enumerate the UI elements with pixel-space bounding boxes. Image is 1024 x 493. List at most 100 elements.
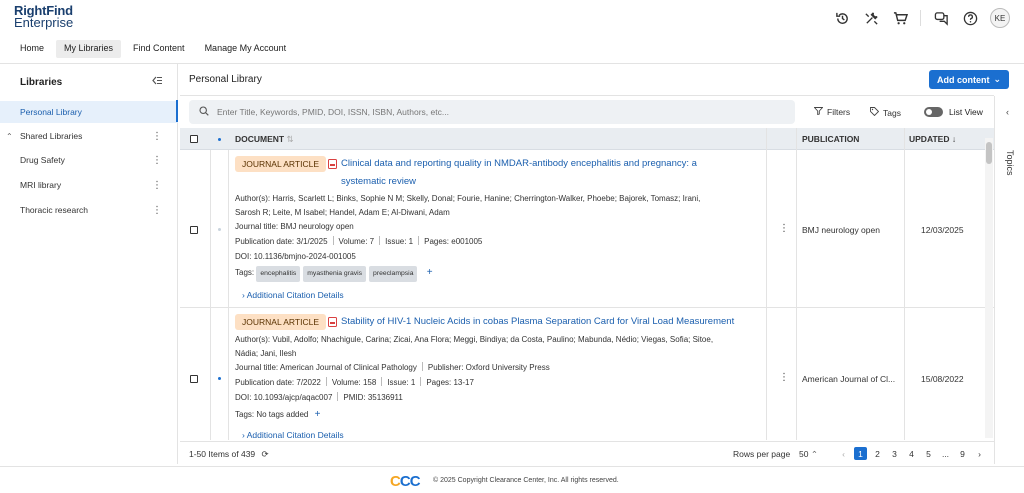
- authors: Author(s): Harris, Scarlett L; Binks, So…: [235, 194, 701, 217]
- chevron-left-icon[interactable]: ‹: [1006, 107, 1009, 117]
- doi: DOI: 10.1136/bmjno-2024-001005: [235, 252, 356, 261]
- tools-icon[interactable]: [862, 9, 880, 27]
- kebab-menu-icon[interactable]: ⋮: [152, 180, 162, 191]
- collapse-sidebar-icon[interactable]: [152, 76, 162, 87]
- filter-icon: [813, 107, 824, 117]
- column-divider: [796, 128, 797, 150]
- tag-chip[interactable]: encephalitis: [256, 266, 301, 282]
- chevron-left-icon[interactable]: ‹: [837, 447, 850, 460]
- chevron-right-icon: ›: [242, 430, 245, 440]
- sidebar-item-drug-safety[interactable]: Drug Safety ⋮: [0, 149, 178, 171]
- main-divider-line: [180, 95, 994, 96]
- tag-chip[interactable]: myasthenia gravis: [303, 266, 367, 282]
- header-divider: [920, 10, 921, 26]
- help-icon[interactable]: [961, 9, 979, 27]
- column-updated[interactable]: UPDATED ↓: [909, 134, 956, 144]
- kebab-menu-icon[interactable]: ⋮: [152, 155, 162, 166]
- tags-row: Tags: No tags added +: [235, 409, 321, 420]
- sidebar-item-thoracic-research[interactable]: Thoracic research ⋮: [0, 199, 178, 221]
- column-document[interactable]: DOCUMENT ⇅: [235, 134, 294, 145]
- page-button[interactable]: 3: [888, 447, 901, 460]
- rows-per-page-select[interactable]: 50 ⌃: [799, 449, 818, 460]
- additional-citation-details-link[interactable]: › Additional Citation Details: [242, 290, 344, 300]
- brand-logo[interactable]: RightFind Enterprise: [14, 4, 74, 30]
- topics-tab[interactable]: Topics: [1005, 150, 1015, 176]
- kebab-menu-icon[interactable]: ⋮: [152, 205, 162, 216]
- chevron-up-icon[interactable]: ⌃: [6, 132, 13, 141]
- add-content-button[interactable]: Add content ⌄: [929, 70, 1009, 89]
- sidebar-item-personal-library[interactable]: Personal Library: [0, 101, 178, 123]
- tags-label: Tags: [883, 107, 901, 118]
- search-input[interactable]: [217, 107, 777, 117]
- page-button[interactable]: 1: [854, 447, 867, 460]
- table-scrollbar[interactable]: [985, 138, 993, 438]
- column-divider: [210, 150, 211, 308]
- items-count: 1-50 Items of 439 ⟳: [189, 449, 269, 459]
- table-row[interactable]: JOURNAL ARTICLE Stability of HIV-1 Nucle…: [180, 308, 994, 440]
- row-checkbox[interactable]: [190, 375, 198, 383]
- page-ellipsis: ...: [941, 448, 950, 459]
- list-view-toggle[interactable]: [924, 107, 943, 117]
- column-divider: [210, 308, 211, 440]
- tab-find-content[interactable]: Find Content: [125, 40, 193, 58]
- document-type-badge: JOURNAL ARTICLE: [235, 314, 326, 330]
- document-title-link[interactable]: Stability of HIV-1 Nucleic Acids in coba…: [341, 313, 781, 331]
- scrollbar-thumb[interactable]: [986, 142, 992, 164]
- publication-details: Publication date: 3/1/2025 Volume: 7 Issue…: [235, 236, 483, 246]
- chat-icon[interactable]: [932, 9, 950, 27]
- topics-rail: ‹ Topics: [994, 96, 1024, 464]
- history-icon[interactable]: [833, 9, 851, 27]
- tags-row: Tags: encephalitis myasthenia gravis preec…: [235, 266, 433, 282]
- document-title-link[interactable]: Clinical data and reporting quality in N…: [341, 155, 741, 191]
- filters-label: Filters: [827, 107, 851, 117]
- page-button[interactable]: 2: [871, 447, 884, 460]
- tags-button[interactable]: Tags: [870, 107, 901, 118]
- tag-chip[interactable]: preeclampsia: [369, 266, 418, 282]
- updated-cell: 15/08/2022: [921, 374, 964, 384]
- tab-home[interactable]: Home: [12, 40, 52, 58]
- column-divider: [766, 150, 767, 308]
- sidebar-item-shared-libraries[interactable]: ⌃ Shared Libraries ⋮: [0, 125, 178, 147]
- add-tag-icon[interactable]: +: [315, 409, 321, 420]
- tab-my-libraries[interactable]: My Libraries: [56, 40, 122, 58]
- publication-cell: American Journal of Cl...: [802, 374, 896, 384]
- column-divider: [766, 128, 767, 150]
- column-publication[interactable]: PUBLICATION: [802, 134, 859, 144]
- row-actions-icon[interactable]: ⋮: [779, 372, 789, 383]
- column-divider: [904, 150, 905, 308]
- page-button[interactable]: 4: [905, 447, 918, 460]
- table-row[interactable]: JOURNAL ARTICLE Clinical data and report…: [180, 150, 994, 308]
- pagination-bar: 1-50 Items of 439 ⟳ Rows per page 50 ⌃ ‹…: [180, 441, 994, 465]
- column-divider: [904, 308, 905, 440]
- filters-button[interactable]: Filters: [813, 107, 851, 117]
- additional-citation-details-link[interactable]: › Additional Citation Details: [242, 430, 344, 440]
- pdf-icon[interactable]: [328, 159, 337, 171]
- journal-details: Journal title: American Journal of Clini…: [235, 362, 550, 372]
- pdf-icon[interactable]: [328, 317, 337, 329]
- refresh-icon[interactable]: ⟳: [262, 449, 269, 459]
- column-divider: [904, 128, 905, 150]
- publication-details: Publication date: 7/2022 Volume: 158 Issue…: [235, 377, 474, 387]
- document-type-badge: JOURNAL ARTICLE: [235, 156, 326, 172]
- cart-icon[interactable]: [891, 9, 909, 27]
- chevron-right-icon[interactable]: ›: [973, 447, 986, 460]
- chevron-right-icon: ›: [242, 290, 245, 300]
- row-actions-icon[interactable]: ⋮: [779, 223, 789, 234]
- page-button[interactable]: 9: [956, 447, 969, 460]
- sidebar-item-mri-library[interactable]: MRI library ⋮: [0, 174, 178, 196]
- updated-cell: 12/03/2025: [921, 225, 964, 235]
- column-divider: [796, 150, 797, 308]
- authors: Author(s): Vubil, Adolfo; Nhachigule, Ca…: [235, 335, 714, 358]
- avatar[interactable]: KE: [990, 8, 1010, 28]
- brand-line2: Enterprise: [14, 15, 74, 30]
- tab-manage-account[interactable]: Manage My Account: [197, 40, 295, 58]
- add-tag-icon[interactable]: +: [427, 267, 433, 278]
- select-all-checkbox[interactable]: [190, 135, 198, 143]
- sidebar-item-label: Drug Safety: [20, 155, 65, 165]
- row-checkbox[interactable]: [190, 226, 198, 234]
- page-button[interactable]: 5: [922, 447, 935, 460]
- chevron-down-icon: ⌄: [993, 74, 1002, 84]
- unread-dot-icon: [218, 377, 221, 380]
- main-nav: Home My Libraries Find Content Manage My…: [12, 40, 294, 58]
- kebab-menu-icon[interactable]: ⋮: [152, 131, 162, 142]
